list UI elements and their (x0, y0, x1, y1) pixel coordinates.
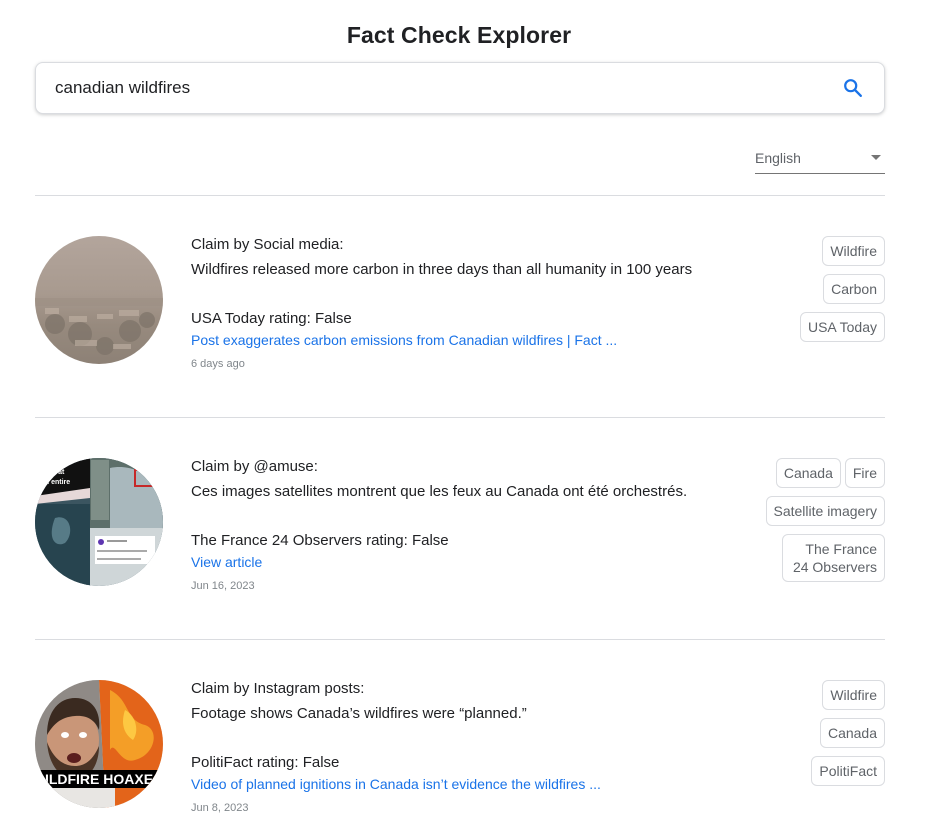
article-link[interactable]: View article (191, 553, 262, 571)
tag-chip[interactable]: Fire (844, 458, 885, 488)
tag-chip[interactable]: Carbon (823, 274, 885, 304)
claim-text: Wildfires released more carbon in three … (191, 261, 693, 278)
divider (35, 417, 885, 418)
tag-chip[interactable]: USA Today (799, 312, 885, 342)
tag-chip[interactable]: Satellite imagery (765, 496, 885, 526)
result-thumbnail[interactable]: ILDFIRE HOAXE (35, 680, 163, 808)
search-button[interactable] (840, 75, 866, 101)
review-date: Jun 16, 2023 (191, 580, 255, 592)
result-card: Claim by Social media: Wildfires release… (35, 236, 885, 396)
claimant-name: Social media (253, 236, 340, 253)
review-date: 6 days ago (191, 358, 245, 370)
dropdown-arrow-icon (871, 155, 881, 160)
article-link[interactable]: Post exaggerates carbon emissions from C… (191, 331, 617, 349)
tag-chip[interactable]: Canada (775, 458, 841, 488)
tag-chip[interactable]: Canada (819, 718, 885, 748)
tag-list: Wildfire Canada PolitiFact (755, 680, 885, 786)
claim-suffix: : (313, 458, 318, 475)
language-select[interactable]: English (755, 142, 885, 174)
rating-line: USA Today rating: False (191, 309, 751, 329)
claimant-line: Claim by @amuse: (191, 457, 751, 477)
claim-suffix: : (360, 680, 365, 697)
svg-text:start at: start at (41, 469, 65, 476)
review-date: Jun 8, 2023 (191, 802, 249, 814)
publisher-name: The France 24 Observers (191, 532, 362, 549)
rating-label: rating: (361, 532, 412, 549)
search-box (35, 62, 885, 114)
claim-text: Footage shows Canada’s wildfires were “p… (191, 705, 527, 722)
claim-by-label: Claim by (191, 680, 254, 697)
claimant-line: Claim by Instagram posts: (191, 679, 751, 699)
result-thumbnail[interactable] (35, 236, 163, 364)
claim-by-label: Claim by (191, 236, 254, 253)
result-content: Claim by @amuse: Ces images satellites m… (191, 458, 751, 593)
divider (35, 639, 885, 640)
rating-label: rating: (252, 754, 303, 771)
rating-label: rating: (264, 310, 315, 327)
tag-chip[interactable]: Wildfire (822, 236, 885, 266)
result-content: Claim by Instagram posts: Footage shows … (191, 680, 751, 815)
thumbnail-caption: ILDFIRE HOAXE (45, 771, 153, 787)
rating-value: False (314, 310, 352, 327)
search-input[interactable] (55, 78, 840, 98)
svg-text:an entire: an entire (41, 479, 70, 486)
claimant-line: Claim by Social media: (191, 235, 751, 255)
rating-value: False (302, 754, 340, 771)
publisher-name: PolitiFact (191, 754, 253, 771)
claim-suffix: : (339, 236, 344, 253)
tag-list: Canada Fire Satellite imagery The France… (745, 458, 885, 582)
claim-by-label: Claim by (191, 458, 254, 475)
tag-list: Wildfire Carbon USA Today (755, 236, 885, 342)
search-icon (844, 79, 862, 97)
result-card: start at an entire Claim by @amuse: Ces … (35, 458, 885, 618)
claimant-name: Instagram posts (253, 680, 361, 697)
article-link[interactable]: Video of planned ignitions in Canada isn… (191, 775, 601, 793)
claim-text: Ces images satellites montrent que les f… (191, 483, 688, 500)
page-title: Fact Check Explorer (346, 22, 572, 48)
tag-chip[interactable]: PolitiFact (811, 756, 885, 786)
claimant-name: @amuse (253, 458, 314, 475)
publisher-name: USA Today (191, 310, 265, 327)
divider (35, 195, 885, 196)
result-content: Claim by Social media: Wildfires release… (191, 236, 751, 371)
result-card: ILDFIRE HOAXE Claim by Instagram posts: … (35, 680, 885, 836)
rating-line: PolitiFact rating: False (191, 753, 751, 773)
tag-chip[interactable]: Wildfire (822, 680, 885, 710)
rating-value: False (411, 532, 449, 549)
rating-line: The France 24 Observers rating: False (191, 531, 751, 551)
result-thumbnail[interactable]: start at an entire (35, 458, 163, 586)
tag-chip[interactable]: The France 24 Observers (782, 534, 885, 582)
language-selected: English (755, 149, 801, 166)
